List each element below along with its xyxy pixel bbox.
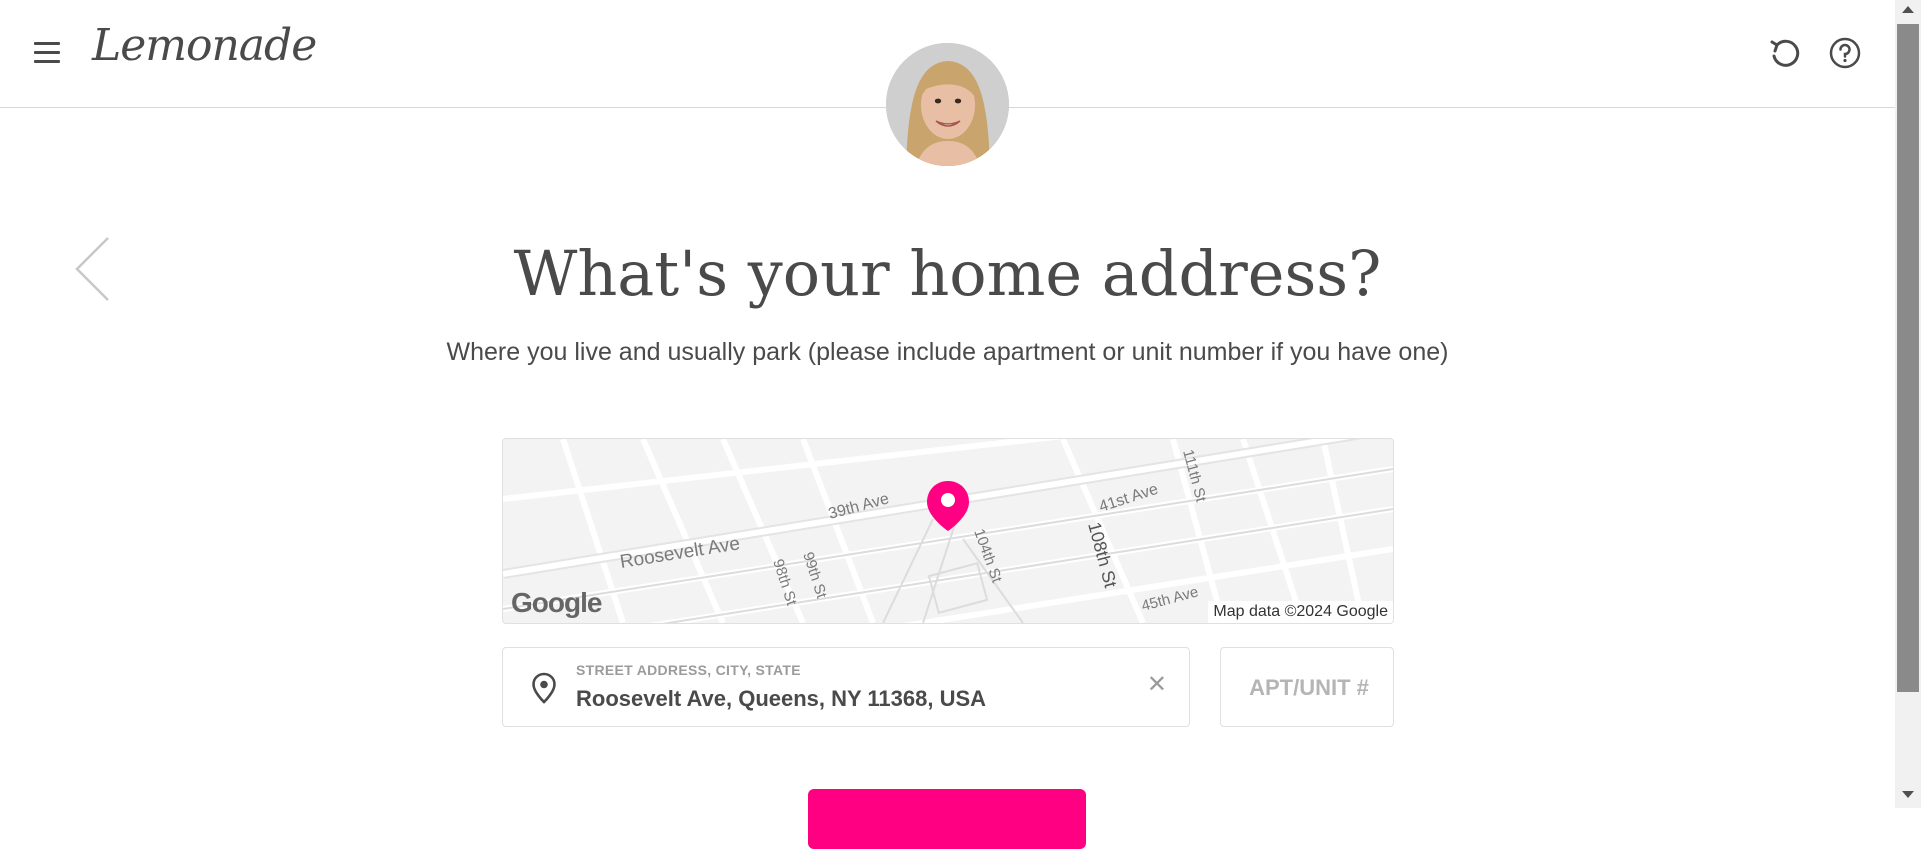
scroll-thumb[interactable]	[1897, 24, 1919, 692]
close-icon: ✕	[1146, 671, 1167, 698]
apt-unit-input[interactable]	[1221, 648, 1397, 728]
page-scrollbar[interactable]	[1895, 0, 1921, 808]
clear-address-button[interactable]: ✕	[1147, 673, 1167, 697]
menu-icon-line	[34, 51, 60, 54]
lemonade-logo[interactable]: Lemonade	[92, 24, 317, 68]
menu-button[interactable]	[31, 36, 63, 68]
continue-button[interactable]	[808, 789, 1086, 849]
scroll-up-arrow-icon[interactable]	[1902, 6, 1914, 13]
map-attribution[interactable]: Map data ©2024 Google	[1208, 601, 1393, 623]
street-address-input[interactable]	[576, 686, 1136, 712]
menu-icon-line	[34, 42, 60, 45]
street-address-label: STREET ADDRESS, CITY, STATE	[576, 662, 801, 678]
street-label: Roosevelt Ave	[618, 533, 741, 573]
address-map[interactable]: 39th Ave 41st Ave 111th St Roosevelt Ave…	[502, 438, 1394, 624]
street-address-field[interactable]: STREET ADDRESS, CITY, STATE ✕	[502, 647, 1190, 727]
undo-icon	[1770, 39, 1800, 67]
map-streets: 39th Ave 41st Ave 111th St Roosevelt Ave…	[503, 439, 1393, 623]
menu-icon-line	[34, 60, 60, 63]
page-title: What's your home address?	[513, 237, 1382, 310]
help-icon	[1829, 37, 1861, 69]
agent-avatar	[886, 43, 1009, 166]
location-pin-icon	[532, 672, 556, 704]
apt-unit-field[interactable]	[1220, 647, 1397, 728]
avatar-portrait-icon	[886, 43, 1009, 166]
scroll-down-arrow-icon[interactable]	[1902, 791, 1914, 798]
google-logo: Google	[511, 587, 602, 618]
map-pin-icon	[927, 481, 969, 531]
page-subtitle: Where you live and usually park (please …	[446, 338, 1449, 366]
help-button[interactable]	[1828, 36, 1862, 70]
undo-button[interactable]	[1767, 36, 1801, 70]
